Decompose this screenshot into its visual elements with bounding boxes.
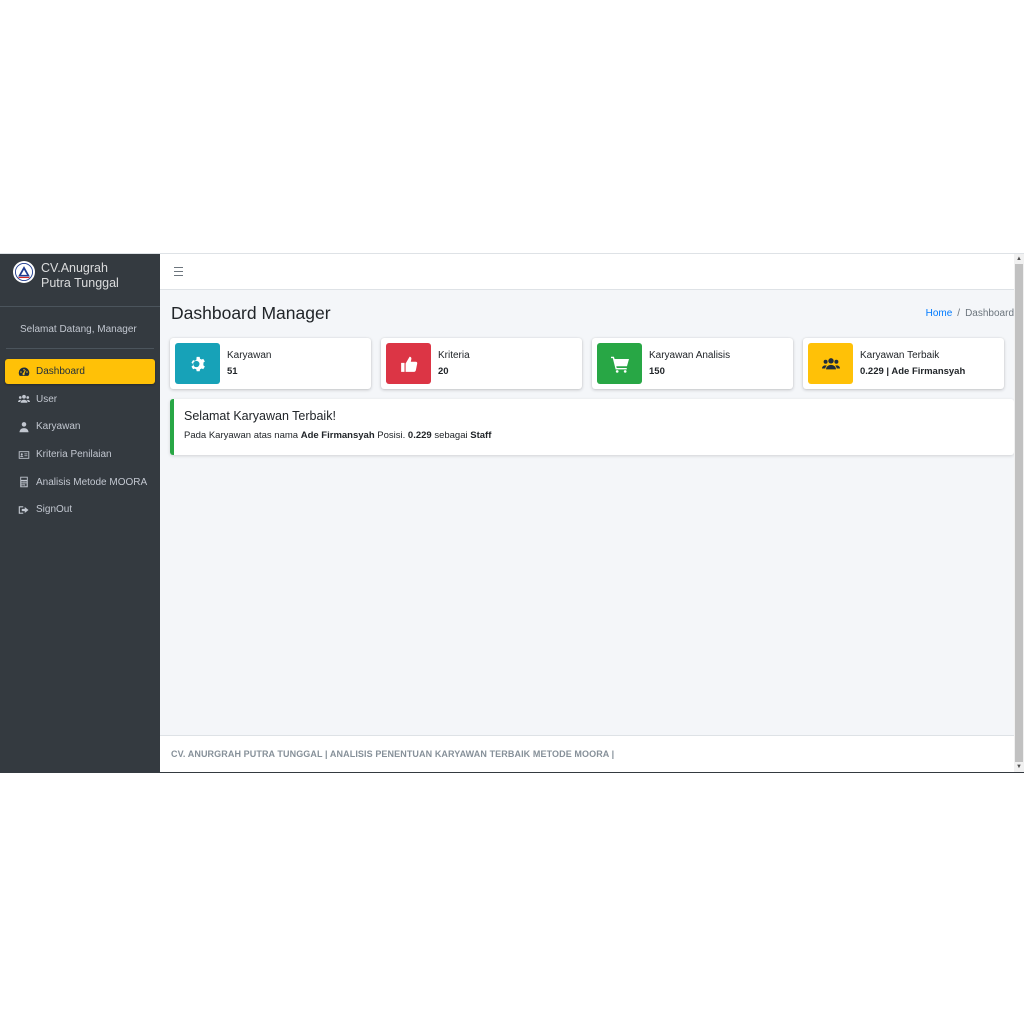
callout-employee-name: Ade Firmansyah — [300, 430, 375, 441]
user-tie-icon — [17, 421, 31, 433]
callout-text-3: sebagai — [431, 430, 471, 441]
user-greeting: Selamat Datang, Manager — [20, 324, 137, 335]
breadcrumb-separator: / — [957, 307, 961, 319]
scroll-up-arrow-icon[interactable]: ▲ — [1014, 254, 1024, 264]
page-title: Dashboard Manager — [171, 302, 331, 323]
info-boxes: Karyawan 51 Kriteria 20 Karyawan Analisi… — [160, 328, 1024, 389]
brand-name: CV.Anugrah Putra Tunggal — [41, 261, 119, 291]
calculator-icon — [17, 476, 31, 488]
info-box-content: Karyawan 51 — [220, 343, 271, 384]
content-header: Dashboard Manager Home / Dashboard — [160, 290, 1024, 328]
info-box-value: 20 — [438, 366, 449, 377]
breadcrumb-home-link[interactable]: Home — [926, 308, 953, 319]
info-box-label: Karyawan Analisis — [649, 350, 731, 361]
info-box-karyawan-terbaik: Karyawan Terbaik 0.229 | Ade Firmansyah — [803, 338, 1004, 389]
top-navbar — [160, 254, 1024, 290]
sidebar: CV.Anugrah Putra Tunggal Selamat Datang,… — [0, 254, 160, 772]
main-footer: CV. ANURGRAH PUTRA TUNGGAL | ANALISIS PE… — [160, 735, 1024, 772]
users-icon — [17, 393, 31, 405]
info-box-label: Kriteria — [438, 350, 470, 361]
sidebar-item-label: Analisis Metode MOORA — [36, 476, 148, 488]
app-window: CV.Anugrah Putra Tunggal Selamat Datang,… — [0, 253, 1024, 773]
sidebar-item-karyawan[interactable]: Karyawan — [5, 414, 155, 439]
info-box-content: Karyawan Analisis 150 — [642, 343, 730, 384]
footer-text: CV. ANURGRAH PUTRA TUNGGAL | ANALISIS PE… — [171, 749, 615, 759]
brand-link[interactable]: CV.Anugrah Putra Tunggal — [0, 254, 160, 307]
breadcrumb-current: Dashboard — [965, 307, 1014, 319]
info-box-value: 0.229 | Ade Firmansyah — [860, 366, 966, 377]
scrollbar-thumb[interactable] — [1015, 264, 1023, 762]
shopping-cart-icon — [597, 343, 642, 384]
breadcrumb: Home / Dashboard — [926, 308, 1014, 319]
info-box-value: 150 — [649, 366, 665, 377]
users-icon — [808, 343, 853, 384]
callout-text-1: Pada Karyawan atas nama — [184, 430, 301, 441]
sidebar-nav: Dashboard User Karyawan Kriteria Penilai… — [0, 349, 160, 522]
info-box-content: Kriteria 20 — [431, 343, 470, 384]
callout-title: Selamat Karyawan Terbaik! — [184, 409, 336, 423]
sidebar-item-label: Dashboard — [36, 366, 85, 377]
sign-out-icon — [17, 504, 31, 516]
info-box-karyawan: Karyawan 51 — [170, 338, 371, 389]
info-box-value: 51 — [227, 366, 238, 377]
sidebar-item-analisis-moora[interactable]: Analisis Metode MOORA — [5, 470, 155, 495]
thumbs-up-icon — [386, 343, 431, 384]
main-content: Dashboard Manager Home / Dashboard Karyawa… — [160, 254, 1024, 772]
sidebar-item-dashboard[interactable]: Dashboard — [5, 359, 155, 384]
info-box-content: Karyawan Terbaik 0.229 | Ade Firmansyah — [853, 343, 965, 384]
user-panel: Selamat Datang, Manager — [6, 307, 154, 349]
sidebar-item-kriteria-penilaian[interactable]: Kriteria Penilaian — [5, 442, 155, 467]
info-box-label: Karyawan — [227, 350, 272, 361]
info-box-label: Karyawan Terbaik — [860, 350, 940, 361]
sidebar-item-label: Karyawan — [36, 421, 81, 433]
callout-position: Staff — [470, 430, 492, 441]
sidebar-item-label: SignOut — [36, 504, 73, 516]
sidebar-item-label: User — [36, 393, 58, 405]
vertical-scrollbar[interactable]: ▲ ▼ — [1014, 254, 1024, 772]
info-box-karyawan-analisis: Karyawan Analisis 150 — [592, 338, 793, 389]
brand-line-2: Putra Tunggal — [41, 276, 119, 290]
triangle-logo-icon — [13, 261, 35, 283]
best-employee-callout: Selamat Karyawan Terbaik! Pada Karyawan … — [170, 399, 1014, 455]
sidebar-item-label: Kriteria Penilaian — [36, 449, 112, 461]
cog-icon — [175, 343, 220, 384]
id-card-icon — [17, 449, 31, 461]
sidebar-item-signout[interactable]: SignOut — [5, 497, 155, 522]
info-box-kriteria: Kriteria 20 — [381, 338, 582, 389]
brand-line-1: CV.Anugrah — [41, 261, 108, 275]
hamburger-menu-icon[interactable] — [174, 266, 186, 278]
tachometer-icon — [17, 366, 31, 378]
scroll-down-arrow-icon[interactable]: ▼ — [1014, 762, 1024, 772]
callout-text-2: Posisi. — [374, 430, 408, 441]
sidebar-item-user[interactable]: User — [5, 387, 155, 412]
callout-body: Pada Karyawan atas nama Ade Firmansyah P… — [184, 430, 1014, 441]
callout-score: 0.229 — [407, 430, 432, 441]
